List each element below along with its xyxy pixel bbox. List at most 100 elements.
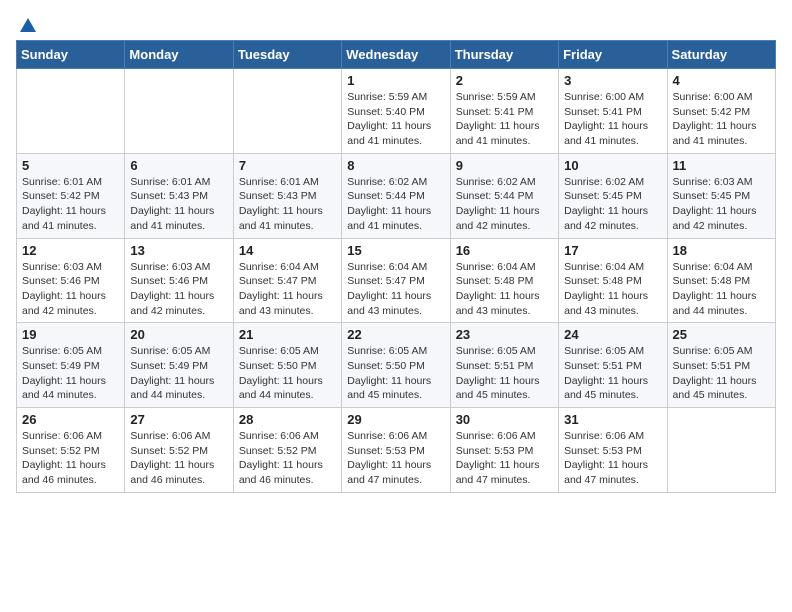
day-info: Sunrise: 6:05 AMSunset: 5:49 PMDaylight:… bbox=[22, 344, 119, 403]
day-number: 14 bbox=[239, 243, 336, 258]
weekday-tuesday: Tuesday bbox=[233, 41, 341, 69]
calendar-cell: 7 Sunrise: 6:01 AMSunset: 5:43 PMDaylight… bbox=[233, 153, 341, 238]
calendar-cell: 3Sunrise: 6:00 AMSunset: 5:41 PMDaylight… bbox=[559, 69, 667, 154]
calendar-cell: 18 Sunrise: 6:04 AMSunset: 5:48 PMDayligh… bbox=[667, 238, 775, 323]
day-number: 13 bbox=[130, 243, 227, 258]
day-info: Sunrise: 6:01 AMSunset: 5:43 PMDaylight:… bbox=[239, 175, 336, 234]
weekday-header-row: SundayMondayTuesdayWednesdayThursdayFrid… bbox=[17, 41, 776, 69]
day-info: Sunrise: 6:06 AMSunset: 5:52 PMDaylight:… bbox=[22, 429, 119, 488]
day-info: Sunrise: 6:05 AMSunset: 5:51 PMDaylight:… bbox=[456, 344, 553, 403]
day-info: Sunrise: 6:01 AMSunset: 5:42 PMDaylight:… bbox=[22, 175, 119, 234]
day-info: Sunrise: 6:05 AMSunset: 5:51 PMDaylight:… bbox=[564, 344, 661, 403]
weekday-sunday: Sunday bbox=[17, 41, 125, 69]
calendar-cell: 28 Sunrise: 6:06 AMSunset: 5:52 PMDayligh… bbox=[233, 408, 341, 493]
calendar-cell: 22 Sunrise: 6:05 AMSunset: 5:50 PMDayligh… bbox=[342, 323, 450, 408]
week-row-5: 26 Sunrise: 6:06 AMSunset: 5:52 PMDayligh… bbox=[17, 408, 776, 493]
calendar-cell: 21Sunrise: 6:05 AMSunset: 5:50 PMDayligh… bbox=[233, 323, 341, 408]
day-number: 29 bbox=[347, 412, 444, 427]
day-info: Sunrise: 5:59 AMSunset: 5:41 PMDaylight:… bbox=[456, 90, 553, 149]
day-info: Sunrise: 6:06 AMSunset: 5:53 PMDaylight:… bbox=[347, 429, 444, 488]
weekday-thursday: Thursday bbox=[450, 41, 558, 69]
day-number: 18 bbox=[673, 243, 770, 258]
logo bbox=[16, 16, 38, 32]
day-info: Sunrise: 6:02 AMSunset: 5:44 PMDaylight:… bbox=[456, 175, 553, 234]
day-number: 4 bbox=[673, 73, 770, 88]
day-info: Sunrise: 6:06 AMSunset: 5:53 PMDaylight:… bbox=[456, 429, 553, 488]
day-info: Sunrise: 6:05 AMSunset: 5:51 PMDaylight:… bbox=[673, 344, 770, 403]
day-number: 6 bbox=[130, 158, 227, 173]
day-info: Sunrise: 6:00 AMSunset: 5:42 PMDaylight:… bbox=[673, 90, 770, 149]
calendar-cell: 24 Sunrise: 6:05 AMSunset: 5:51 PMDayligh… bbox=[559, 323, 667, 408]
day-info: Sunrise: 6:04 AMSunset: 5:47 PMDaylight:… bbox=[239, 260, 336, 319]
week-row-1: 1 Sunrise: 5:59 AMSunset: 5:40 PMDaylight… bbox=[17, 69, 776, 154]
day-number: 22 bbox=[347, 327, 444, 342]
day-info: Sunrise: 6:04 AMSunset: 5:48 PMDaylight:… bbox=[456, 260, 553, 319]
day-number: 26 bbox=[22, 412, 119, 427]
calendar-cell bbox=[667, 408, 775, 493]
calendar-cell bbox=[17, 69, 125, 154]
calendar-cell: 19 Sunrise: 6:05 AMSunset: 5:49 PMDayligh… bbox=[17, 323, 125, 408]
day-number: 11 bbox=[673, 158, 770, 173]
day-number: 17 bbox=[564, 243, 661, 258]
day-info: Sunrise: 6:02 AMSunset: 5:45 PMDaylight:… bbox=[564, 175, 661, 234]
weekday-monday: Monday bbox=[125, 41, 233, 69]
calendar-cell: 14 Sunrise: 6:04 AMSunset: 5:47 PMDayligh… bbox=[233, 238, 341, 323]
day-info: Sunrise: 6:03 AMSunset: 5:45 PMDaylight:… bbox=[673, 175, 770, 234]
calendar-cell: 13 Sunrise: 6:03 AMSunset: 5:46 PMDayligh… bbox=[125, 238, 233, 323]
day-info: Sunrise: 6:03 AMSunset: 5:46 PMDaylight:… bbox=[130, 260, 227, 319]
calendar-cell: 6 Sunrise: 6:01 AMSunset: 5:43 PMDaylight… bbox=[125, 153, 233, 238]
calendar-table: SundayMondayTuesdayWednesdayThursdayFrid… bbox=[16, 40, 776, 493]
calendar-cell: 30 Sunrise: 6:06 AMSunset: 5:53 PMDayligh… bbox=[450, 408, 558, 493]
day-number: 2 bbox=[456, 73, 553, 88]
day-info: Sunrise: 6:04 AMSunset: 5:47 PMDaylight:… bbox=[347, 260, 444, 319]
page-header bbox=[16, 16, 776, 32]
calendar-cell: 1 Sunrise: 5:59 AMSunset: 5:40 PMDaylight… bbox=[342, 69, 450, 154]
day-number: 5 bbox=[22, 158, 119, 173]
calendar-cell: 23 Sunrise: 6:05 AMSunset: 5:51 PMDayligh… bbox=[450, 323, 558, 408]
calendar-cell: 2 Sunrise: 5:59 AMSunset: 5:41 PMDaylight… bbox=[450, 69, 558, 154]
week-row-4: 19 Sunrise: 6:05 AMSunset: 5:49 PMDayligh… bbox=[17, 323, 776, 408]
calendar-cell: 11 Sunrise: 6:03 AMSunset: 5:45 PMDayligh… bbox=[667, 153, 775, 238]
day-info: Sunrise: 6:04 AMSunset: 5:48 PMDaylight:… bbox=[673, 260, 770, 319]
day-info: Sunrise: 5:59 AMSunset: 5:40 PMDaylight:… bbox=[347, 90, 444, 149]
calendar-cell: 29 Sunrise: 6:06 AMSunset: 5:53 PMDayligh… bbox=[342, 408, 450, 493]
day-info: Sunrise: 6:06 AMSunset: 5:52 PMDaylight:… bbox=[130, 429, 227, 488]
day-info: Sunrise: 6:00 AMSunset: 5:41 PMDaylight:… bbox=[564, 90, 661, 149]
day-info: Sunrise: 6:06 AMSunset: 5:53 PMDaylight:… bbox=[564, 429, 661, 488]
day-number: 21 bbox=[239, 327, 336, 342]
day-number: 31 bbox=[564, 412, 661, 427]
calendar-cell: 26 Sunrise: 6:06 AMSunset: 5:52 PMDayligh… bbox=[17, 408, 125, 493]
weekday-saturday: Saturday bbox=[667, 41, 775, 69]
day-info: Sunrise: 6:04 AMSunset: 5:48 PMDaylight:… bbox=[564, 260, 661, 319]
day-number: 25 bbox=[673, 327, 770, 342]
day-number: 1 bbox=[347, 73, 444, 88]
day-info: Sunrise: 6:03 AMSunset: 5:46 PMDaylight:… bbox=[22, 260, 119, 319]
weekday-wednesday: Wednesday bbox=[342, 41, 450, 69]
calendar-cell: 12 Sunrise: 6:03 AMSunset: 5:46 PMDayligh… bbox=[17, 238, 125, 323]
calendar-cell: 5 Sunrise: 6:01 AMSunset: 5:42 PMDaylight… bbox=[17, 153, 125, 238]
day-info: Sunrise: 6:05 AMSunset: 5:50 PMDaylight:… bbox=[347, 344, 444, 403]
day-number: 20 bbox=[130, 327, 227, 342]
calendar-cell: 31 Sunrise: 6:06 AMSunset: 5:53 PMDayligh… bbox=[559, 408, 667, 493]
day-info: Sunrise: 6:02 AMSunset: 5:44 PMDaylight:… bbox=[347, 175, 444, 234]
day-info: Sunrise: 6:01 AMSunset: 5:43 PMDaylight:… bbox=[130, 175, 227, 234]
calendar-cell: 17 Sunrise: 6:04 AMSunset: 5:48 PMDayligh… bbox=[559, 238, 667, 323]
day-number: 28 bbox=[239, 412, 336, 427]
day-number: 23 bbox=[456, 327, 553, 342]
day-number: 7 bbox=[239, 158, 336, 173]
weekday-friday: Friday bbox=[559, 41, 667, 69]
day-number: 24 bbox=[564, 327, 661, 342]
calendar-cell: 27Sunrise: 6:06 AMSunset: 5:52 PMDayligh… bbox=[125, 408, 233, 493]
calendar-cell: 25 Sunrise: 6:05 AMSunset: 5:51 PMDayligh… bbox=[667, 323, 775, 408]
day-number: 30 bbox=[456, 412, 553, 427]
day-number: 19 bbox=[22, 327, 119, 342]
week-row-2: 5 Sunrise: 6:01 AMSunset: 5:42 PMDaylight… bbox=[17, 153, 776, 238]
day-number: 10 bbox=[564, 158, 661, 173]
week-row-3: 12 Sunrise: 6:03 AMSunset: 5:46 PMDayligh… bbox=[17, 238, 776, 323]
calendar-cell bbox=[125, 69, 233, 154]
day-info: Sunrise: 6:06 AMSunset: 5:52 PMDaylight:… bbox=[239, 429, 336, 488]
calendar-cell: 4 Sunrise: 6:00 AMSunset: 5:42 PMDaylight… bbox=[667, 69, 775, 154]
calendar-cell: 10 Sunrise: 6:02 AMSunset: 5:45 PMDayligh… bbox=[559, 153, 667, 238]
calendar-cell: 15Sunrise: 6:04 AMSunset: 5:47 PMDayligh… bbox=[342, 238, 450, 323]
day-number: 12 bbox=[22, 243, 119, 258]
